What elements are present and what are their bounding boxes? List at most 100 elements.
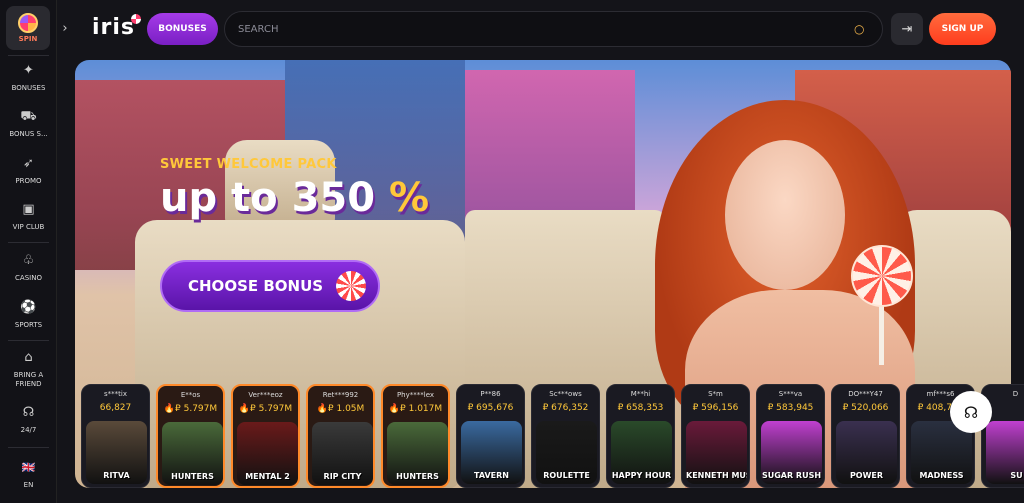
win-amount: ₽ 520,066 <box>842 403 889 413</box>
search-icon[interactable]: ○ <box>854 22 882 36</box>
win-amount: ₽ 583,945 <box>767 403 814 413</box>
choose-bonus-label: CHOOSE BONUS <box>188 277 324 295</box>
win-amount: ₽ 658,353 <box>617 403 664 413</box>
game-title: KENNETH MUST DIE <box>686 471 747 480</box>
game-card[interactable]: P**86 ₽ 695,676 TAVERN <box>456 384 525 488</box>
game-title: SU <box>1010 471 1023 480</box>
game-card[interactable]: Sc***ows ₽ 676,352 ROULETTE <box>531 384 600 488</box>
sidebar-divider <box>8 55 49 56</box>
spin-label: SPIN <box>18 35 38 43</box>
game-card[interactable]: Ver***eoz 🔥₽ 5.797M MENTAL 2 <box>231 384 300 488</box>
game-card[interactable]: DO***Y47 ₽ 520,066 POWER <box>831 384 900 488</box>
sidebar-item-bonus-shop[interactable]: ⛟ BONUS S... <box>0 109 57 139</box>
logo[interactable]: iris <box>92 14 145 40</box>
winner-username: Ver***eoz <box>248 391 283 399</box>
game-title: RIP CITY <box>323 472 362 481</box>
sidebar-divider <box>8 447 49 448</box>
cherry-icon: ♧ <box>22 253 35 268</box>
game-thumbnail[interactable]: ROULETTE <box>536 421 597 484</box>
sidebar-item-casino[interactable]: ♧ CASINO <box>0 253 57 283</box>
game-title: HUNTERS <box>396 472 439 481</box>
win-amount: 🔥₽ 1.05M <box>316 404 365 414</box>
game-thumbnail[interactable]: POWER <box>836 421 897 484</box>
model-image <box>725 140 845 290</box>
sidebar-divider <box>8 242 49 243</box>
bonuses-button[interactable]: BONUSES <box>147 13 218 45</box>
flag-icon: 🇬🇧 <box>21 461 36 474</box>
sidebar-item-label: SPORTS <box>14 321 43 329</box>
sidebar-item-label: PROMO <box>15 177 42 185</box>
sidebar: SPIN ✦ BONUSES ⛟ BONUS S... ➶ PROMO ▣ VI… <box>0 0 57 503</box>
sidebar-item-sports[interactable]: ⚽ SPORTS <box>0 300 57 330</box>
game-card[interactable]: S*m ₽ 596,156 KENNETH MUST DIE <box>681 384 750 488</box>
sidebar-item-vip-club[interactable]: ▣ VIP CLUB <box>0 202 57 232</box>
sidebar-item-label: BRING A FRIEND <box>13 371 44 388</box>
sidebar-item-bonuses[interactable]: ✦ BONUSES <box>0 63 57 93</box>
login-button[interactable]: ⇥ <box>891 13 923 45</box>
search-input[interactable] <box>238 23 854 35</box>
game-title: HAPPY HOUR <box>611 471 672 480</box>
game-title: SUGAR RUSH <box>761 471 822 480</box>
game-card[interactable]: s***tix 66,827 RITVA <box>81 384 150 488</box>
sidebar-item-bring-a-friend[interactable]: ⌂ BRING A FRIEND <box>0 350 57 389</box>
win-amount: ₽ 695,676 <box>467 403 514 413</box>
cart-icon: ⛟ <box>20 109 37 124</box>
game-card[interactable]: S***va ₽ 583,945 SUGAR RUSH <box>756 384 825 488</box>
winner-username: E**os <box>180 391 201 399</box>
candy-logo-icon <box>131 14 142 24</box>
language-selector[interactable]: 🇬🇧 EN <box>0 460 57 490</box>
game-card[interactable]: E**os 🔥₽ 5.797M HUNTERS <box>156 384 225 488</box>
signup-button[interactable]: SIGN UP <box>929 13 996 45</box>
game-card[interactable]: M**hi ₽ 658,353 HAPPY HOUR <box>606 384 675 488</box>
game-thumbnail[interactable]: HUNTERS <box>387 422 448 485</box>
win-amount: 🔥₽ 5.797M <box>238 404 293 414</box>
game-thumbnail[interactable]: MENTAL 2 <box>237 422 298 485</box>
choose-bonus-button[interactable]: CHOOSE BONUS <box>160 260 380 312</box>
sidebar-item-label: 24/7 <box>20 426 37 434</box>
win-amount: ₽ 676,352 <box>542 403 589 413</box>
game-thumbnail[interactable]: HAPPY HOUR <box>611 421 672 484</box>
promo-headline: up to 350 % <box>160 175 429 221</box>
game-thumbnail[interactable]: RIP CITY <box>312 422 373 485</box>
sidebar-item-label: BONUSES <box>11 84 46 92</box>
win-amount: 66,827 <box>99 403 132 413</box>
login-icon: ⇥ <box>901 21 913 37</box>
game-title: MENTAL 2 <box>245 472 290 481</box>
sidebar-item-promo[interactable]: ➶ PROMO <box>0 156 57 186</box>
spin-button[interactable]: SPIN <box>6 6 50 50</box>
lollipop-icon <box>851 245 913 307</box>
lollipop-icon <box>879 305 884 365</box>
search-bar[interactable]: ○ <box>224 11 883 47</box>
game-card[interactable]: Ret***992 🔥₽ 1.05M RIP CITY <box>306 384 375 488</box>
game-thumbnail[interactable]: HUNTERS <box>162 422 223 485</box>
chevron-right-icon[interactable]: › <box>56 20 74 38</box>
winner-username: S***va <box>778 390 803 398</box>
game-thumbnail[interactable]: RITVA <box>86 421 147 484</box>
game-thumbnail[interactable]: TAVERN <box>461 421 522 484</box>
game-thumbnail[interactable]: KENNETH MUST DIE <box>686 421 747 484</box>
winner-username: Sc***ows <box>549 390 582 398</box>
ball-icon: ⚽ <box>20 300 37 315</box>
winner-username: DO***Y47 <box>848 390 883 398</box>
game-card[interactable]: Phy****lex 🔥₽ 1.017M HUNTERS <box>381 384 450 488</box>
game-thumbnail[interactable]: SU <box>986 421 1024 484</box>
promo-subtitle: SWEET WELCOME PACK <box>160 157 337 172</box>
sidebar-item-label: CASINO <box>15 274 42 282</box>
game-title: TAVERN <box>474 471 509 480</box>
winner-username: M**hi <box>630 390 651 398</box>
winners-carousel: s***tix 66,827 RITVA E**os 🔥₽ 5.797M HUNTERS V… <box>81 384 1024 488</box>
support-chat-button[interactable]: ☊ <box>950 391 992 433</box>
logo-text: iris <box>92 15 136 40</box>
winner-username: s***tix <box>104 390 127 398</box>
sidebar-item-support[interactable]: ☊ 24/7 <box>0 405 57 435</box>
game-title: RITVA <box>103 471 130 480</box>
game-title: ROULETTE <box>543 471 590 480</box>
game-thumbnail[interactable]: SUGAR RUSH <box>761 421 822 484</box>
winner-username: S*m <box>708 390 723 398</box>
candy-icon <box>336 271 366 301</box>
promo-percent: % <box>389 175 430 221</box>
rocket-icon: ✦ <box>23 63 34 78</box>
gift-icon: ⌂ <box>24 350 33 365</box>
winner-username: Phy****lex <box>396 391 435 399</box>
sidebar-item-label: BONUS S... <box>9 130 48 138</box>
